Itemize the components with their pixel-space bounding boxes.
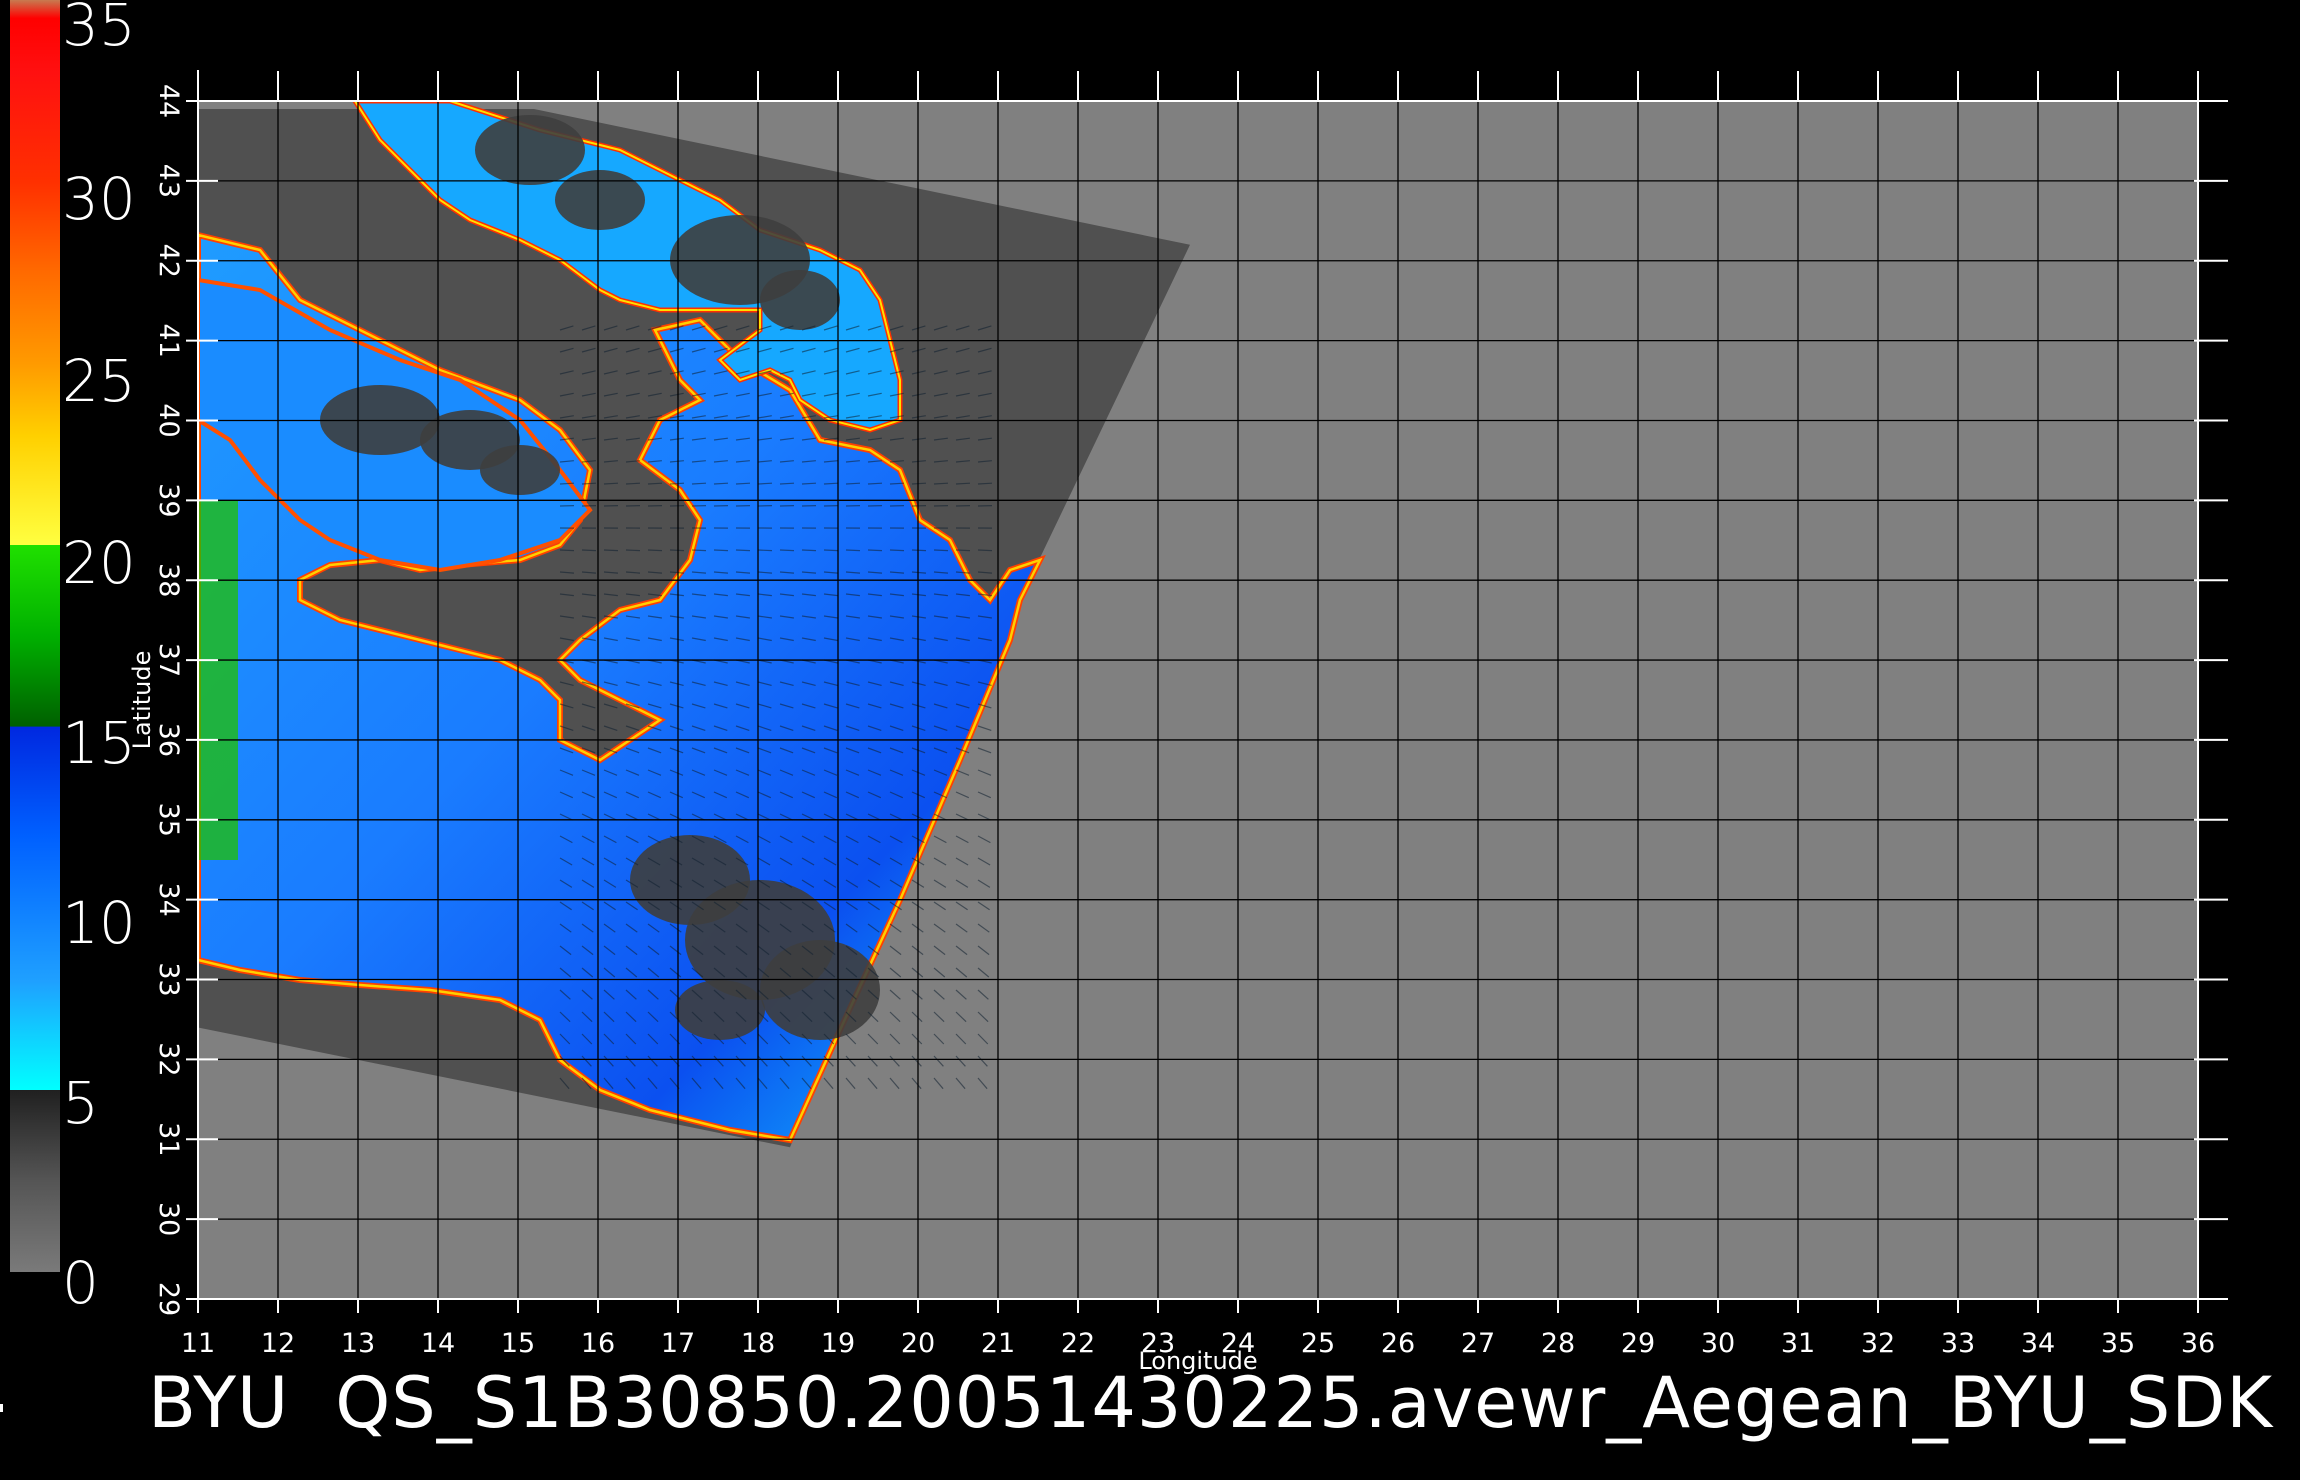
y-tick-label: 34 — [153, 882, 184, 916]
calm-wind-patch — [760, 940, 880, 1040]
x-tick-label: 19 — [821, 1328, 855, 1359]
x-tick-label: 31 — [1781, 1328, 1815, 1359]
x-tick-label: 36 — [2181, 1328, 2215, 1359]
x-tick-label: 27 — [1461, 1328, 1495, 1359]
y-tick-label: 40 — [153, 403, 184, 437]
x-tick-label: 26 — [1381, 1328, 1415, 1359]
x-tick-label: 17 — [661, 1328, 695, 1359]
x-tick-label: 13 — [341, 1328, 375, 1359]
x-tick-label: 16 — [581, 1328, 615, 1359]
x-tick-label: 28 — [1541, 1328, 1575, 1359]
x-tick-label: 12 — [261, 1328, 295, 1359]
wind-map: 11 12 13 14 15 16 17 18 19 20 21 22 23 24 25 26 27 28 29 30… — [128, 70, 2228, 1375]
calm-wind-patch — [480, 445, 560, 495]
y-tick-label: 42 — [153, 244, 184, 278]
wind-map-figure: 35 30 25 20 15 10 5 0 11 12 13 14 15 16 17 18 19… — [0, 0, 2300, 1480]
edge-marker — [0, 1404, 3, 1412]
calm-wind-patch — [675, 980, 765, 1040]
x-tick-label: 35 — [2101, 1328, 2135, 1359]
x-tick-label: 25 — [1301, 1328, 1335, 1359]
y-tick-label: 37 — [153, 643, 184, 677]
western-high-wind-strip — [198, 500, 238, 860]
x-tick-label: 34 — [2021, 1328, 2055, 1359]
x-tick-label: 32 — [1861, 1328, 1895, 1359]
file-caption: BYU QS_S1B30850.20051430225.avewr_Aegean_… — [148, 1368, 2300, 1438]
y-tick-label: 43 — [153, 164, 184, 198]
x-tick-label: 18 — [741, 1328, 775, 1359]
x-tick-label: 29 — [1621, 1328, 1655, 1359]
y-tick-label: 35 — [153, 803, 184, 837]
y-tick-label: 39 — [153, 483, 184, 517]
x-tick-label: 30 — [1701, 1328, 1735, 1359]
y-tick-label: 36 — [153, 723, 184, 757]
x-tick-label: 14 — [421, 1328, 455, 1359]
caption-filename: QS_S1B30850.20051430225.avewr_Aegean_BYU… — [335, 1362, 2274, 1444]
y-tick-label: 30 — [153, 1202, 184, 1236]
caption-agency: BYU — [148, 1362, 290, 1444]
y-tick-label: 31 — [153, 1122, 184, 1156]
x-tick-label: 20 — [901, 1328, 935, 1359]
calm-wind-patch — [475, 115, 585, 185]
y-tick-label: 44 — [153, 84, 184, 118]
y-axis-label: Latitude — [128, 651, 156, 750]
y-tick-label: 38 — [153, 563, 184, 597]
y-tick-label: 41 — [153, 323, 184, 357]
x-tick-label: 22 — [1061, 1328, 1095, 1359]
x-tick-label: 21 — [981, 1328, 1015, 1359]
x-tick-label: 15 — [501, 1328, 535, 1359]
y-tick-label: 29 — [153, 1282, 184, 1316]
x-tick-label: 33 — [1941, 1328, 1975, 1359]
y-tick-label: 32 — [153, 1042, 184, 1076]
calm-wind-patch — [760, 270, 840, 330]
x-tick-label: 11 — [181, 1328, 215, 1359]
y-tick-label: 33 — [153, 962, 184, 996]
calm-wind-patch — [555, 170, 645, 230]
